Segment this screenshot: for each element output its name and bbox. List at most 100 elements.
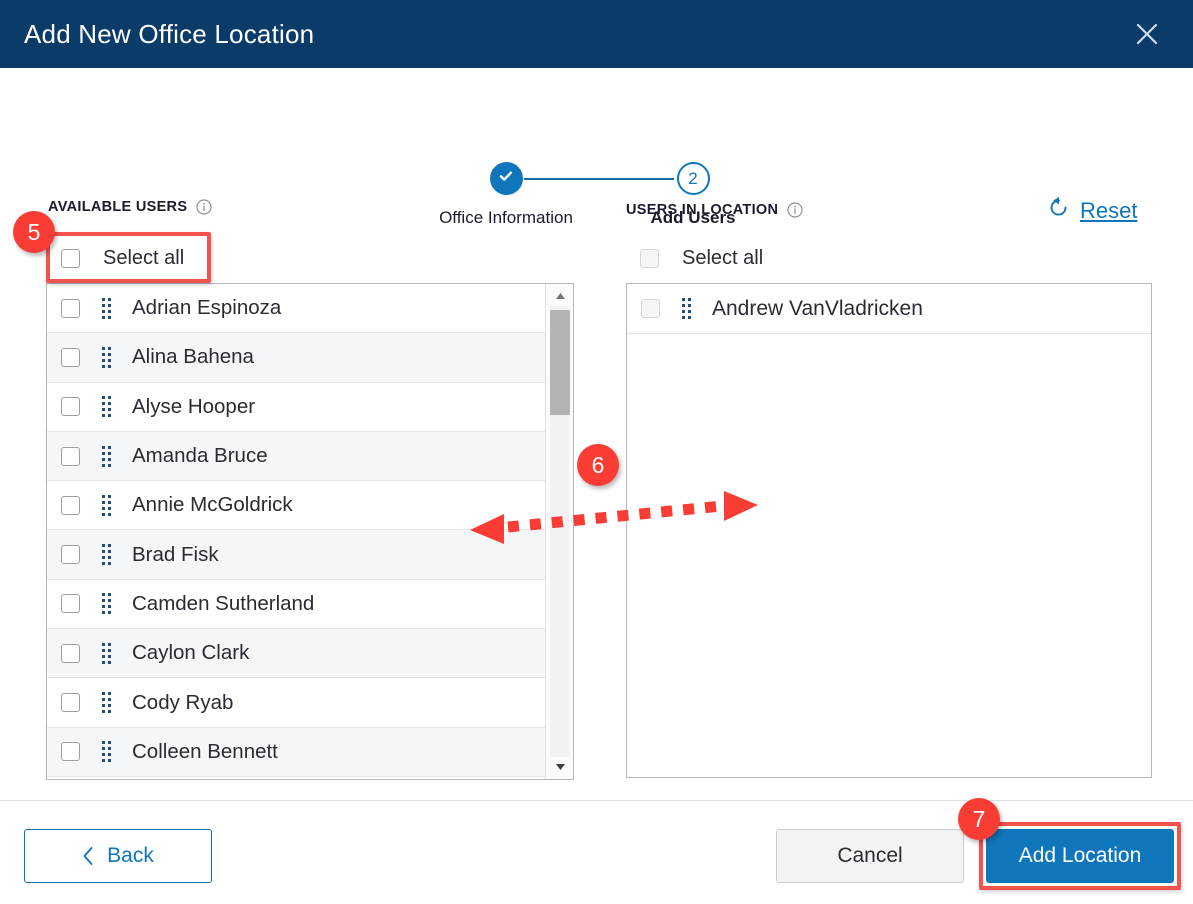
cancel-button-label: Cancel xyxy=(837,844,903,867)
list-item[interactable]: Cody Ryab xyxy=(47,678,545,728)
drag-dot xyxy=(108,346,111,350)
row-checkbox[interactable] xyxy=(641,299,660,318)
location-select-all-row[interactable]: Select all xyxy=(640,243,763,273)
drag-dot xyxy=(102,512,105,516)
drag-dot xyxy=(102,358,105,362)
drag-dot xyxy=(102,346,105,350)
drag-dot xyxy=(108,692,111,696)
list-item[interactable]: Andrew VanVladricken xyxy=(627,284,1151,334)
row-label: Caylon Clark xyxy=(132,641,250,665)
drag-dot xyxy=(688,310,691,313)
drag-dot xyxy=(108,605,111,609)
drag-dot xyxy=(108,364,111,368)
drag-dot xyxy=(108,297,111,301)
drag-dot xyxy=(682,298,685,301)
drag-dot xyxy=(682,316,685,319)
drag-dot xyxy=(102,741,105,745)
scroll-down-icon[interactable] xyxy=(546,757,573,777)
row-checkbox[interactable] xyxy=(61,545,80,565)
info-icon[interactable] xyxy=(196,199,212,215)
row-checkbox[interactable] xyxy=(61,446,80,466)
drag-dot xyxy=(102,605,105,609)
drag-handle-icon[interactable] xyxy=(102,346,111,368)
drag-dot xyxy=(108,654,111,658)
users-in-location-title: USERS IN LOCATION xyxy=(626,202,779,218)
row-checkbox[interactable] xyxy=(61,397,80,417)
drag-dot xyxy=(102,309,105,313)
drag-handle-icon[interactable] xyxy=(102,642,111,664)
drag-dot xyxy=(108,550,111,554)
info-icon[interactable] xyxy=(787,202,803,218)
drag-dot xyxy=(102,352,105,356)
row-checkbox[interactable] xyxy=(61,693,80,713)
annotation-badge-6: 6 xyxy=(577,444,619,486)
drag-dot xyxy=(688,316,691,319)
drag-handle-icon[interactable] xyxy=(102,297,111,319)
drag-handle-icon[interactable] xyxy=(102,445,111,467)
row-checkbox[interactable] xyxy=(61,347,80,367)
drag-dot xyxy=(688,298,691,301)
row-checkbox[interactable] xyxy=(61,495,80,515)
drag-dot xyxy=(108,494,111,498)
drag-handle-icon[interactable] xyxy=(102,544,111,566)
drag-dot xyxy=(108,512,111,516)
drag-dot xyxy=(108,500,111,504)
drag-dot xyxy=(108,303,111,307)
scroll-up-icon[interactable] xyxy=(546,286,573,306)
back-button[interactable]: Back xyxy=(24,829,212,883)
drag-dot xyxy=(102,494,105,498)
drag-handle-icon[interactable] xyxy=(102,396,111,418)
available-users-title: AVAILABLE USERS xyxy=(48,199,188,215)
list-item[interactable]: Adrian Espinoza xyxy=(47,284,545,334)
close-icon xyxy=(1134,21,1160,47)
drag-dot xyxy=(108,562,111,566)
drag-dot xyxy=(102,396,105,400)
drag-handle-icon[interactable] xyxy=(102,494,111,516)
drag-dot xyxy=(102,414,105,418)
drag-dot xyxy=(102,753,105,757)
drag-dot xyxy=(108,642,111,646)
drag-dot xyxy=(102,660,105,664)
reset-button[interactable]: Reset xyxy=(1048,196,1137,225)
drag-handle-icon[interactable] xyxy=(102,692,111,714)
chevron-left-icon xyxy=(82,846,94,866)
stepper-step-office-information[interactable]: Office Information xyxy=(406,162,606,228)
list-item[interactable]: Alyse Hooper xyxy=(47,382,545,432)
drag-dot xyxy=(108,747,111,751)
drag-handle-icon[interactable] xyxy=(102,593,111,615)
stepper-step-add-users[interactable]: 2 Add Users xyxy=(618,162,768,228)
drag-dot xyxy=(108,463,111,467)
close-button[interactable] xyxy=(1127,14,1167,54)
annotation-arrow-6 xyxy=(468,480,760,550)
list-item[interactable]: Camden Sutherland xyxy=(47,579,545,630)
drag-dot xyxy=(102,544,105,548)
drag-dot xyxy=(108,704,111,708)
drag-dot xyxy=(102,457,105,461)
row-checkbox[interactable] xyxy=(61,298,80,318)
list-item[interactable]: Caylon Clark xyxy=(47,629,545,679)
drag-dot xyxy=(108,544,111,548)
drag-dot xyxy=(682,310,685,313)
drag-dot xyxy=(102,562,105,566)
cancel-button[interactable]: Cancel xyxy=(776,829,964,883)
drag-handle-icon[interactable] xyxy=(682,298,691,319)
drag-dot xyxy=(102,692,105,696)
row-checkbox[interactable] xyxy=(61,594,80,614)
drag-handle-icon[interactable] xyxy=(102,741,111,763)
row-checkbox[interactable] xyxy=(61,643,80,663)
list-item[interactable]: Amanda Bruce xyxy=(47,431,545,482)
row-label: Adrian Espinoza xyxy=(132,296,282,320)
scrollbar-thumb[interactable] xyxy=(550,310,570,415)
drag-dot xyxy=(108,352,111,356)
row-checkbox[interactable] xyxy=(61,742,80,762)
drag-dot xyxy=(102,698,105,702)
list-item[interactable]: Alina Bahena xyxy=(47,333,545,383)
drag-dot xyxy=(108,408,111,412)
drag-dot xyxy=(102,642,105,646)
drag-dot xyxy=(108,414,111,418)
back-button-label: Back xyxy=(107,844,154,867)
step-1-label: Office Information xyxy=(439,208,573,227)
row-label: Colleen Bennett xyxy=(132,739,278,763)
location-select-all-checkbox[interactable] xyxy=(640,248,659,268)
list-item[interactable]: Colleen Bennett xyxy=(47,727,545,777)
